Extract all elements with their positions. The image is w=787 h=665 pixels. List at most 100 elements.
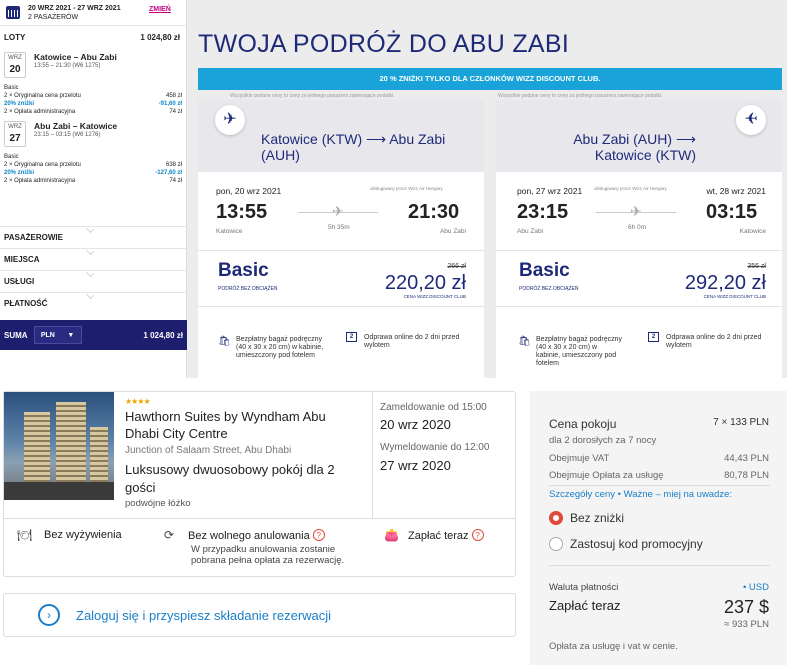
pay-now-value: 237 $ (723, 597, 769, 617)
promo-code-radio[interactable] (549, 537, 563, 551)
currency-label: Waluta płatności (549, 582, 619, 593)
bed-type: podwójne łóżko (125, 498, 191, 509)
operator-note: obsługiwany przez Wizz Air Hungary (370, 186, 443, 191)
inbound-costs: Basic 2 × Oryginalna cena przelotu 638 zł… (0, 147, 186, 185)
outbound-flight-card[interactable]: ✈ Katowice (KTW) ⟶ Abu Zabi (AUH) pon, 2… (198, 100, 484, 380)
meal-label: Bez wyżywienia (44, 529, 122, 541)
outbound-costs: Basic 2 × Oryginalna cena przelotu 458 zł… (0, 78, 186, 116)
club-price: 292,20 zł (684, 272, 766, 294)
divider (496, 250, 782, 251)
street (4, 482, 114, 500)
currency-value[interactable]: • USD (743, 582, 769, 593)
airplane-icon: ✈ (736, 105, 766, 135)
fare-subtitle: PODRÓŻ BEZ OBCIĄŻEŃ (519, 286, 579, 292)
caret-down-icon: ▼ (67, 331, 75, 339)
flight-duration: 5h 35m (328, 224, 350, 231)
nav-label: PASAŻEROWIE (4, 233, 63, 242)
chevron-down-icon (86, 269, 94, 277)
meal-feature: Bez wyżywienia (44, 529, 122, 541)
airplane-icon: ✈ (630, 203, 642, 219)
arrival-time: 03:15 (706, 201, 758, 223)
hotel-card: ★★★★ Hawthorn Suites by Wyndham Abu Dhab… (3, 391, 516, 577)
price-note: Wszystkie podane ceny to ceny za jednego… (498, 93, 663, 99)
nav-services[interactable]: USŁUGI (0, 269, 187, 292)
outbound-day: 20 (9, 64, 21, 75)
outbound-date-box: WRZ 20 (4, 52, 26, 78)
outbound-cost-value: 458 zł (165, 93, 182, 99)
vat-label: Obejmuje VAT (549, 453, 610, 464)
outbound-flight: WRZ 20 Katowice – Abu Zabi 13:55 – 21:30… (0, 42, 186, 78)
nav-payment[interactable]: PŁATNOŚĆ (0, 291, 187, 314)
inbound-fare: Basic (4, 154, 19, 160)
total-value: 1 024,80 zł (143, 330, 183, 340)
help-icon[interactable]: ? (471, 529, 484, 541)
nav-passengers[interactable]: PASAŻEROWIE (0, 225, 187, 248)
checkout-label: Wymeldowanie do 12:00 (380, 442, 490, 453)
currency-value: PLN (40, 331, 55, 339)
nav-label: MIEJSCA (4, 255, 40, 264)
cancel-feature: Bez wolnego anulowania ? (188, 529, 325, 542)
card-header: ✈ Katowice (KTW) ⟶ Abu Zabi (AUH) (198, 100, 484, 172)
flights-total: 1 024,80 zł (140, 33, 180, 42)
inbound-fee-label: 2 × Opłata administracyjna (4, 178, 76, 184)
operator-note: obsługiwany przez Wizz Air Hungary (594, 186, 667, 191)
cabin-bag-icon: 🛍 (518, 336, 531, 347)
building (24, 412, 50, 482)
divider (496, 306, 782, 307)
wallet-icon: 👛 (384, 528, 399, 542)
old-price: 356 zł (747, 263, 766, 270)
checkin-info: Odprawa online do 2 dni przed wylotem (666, 334, 762, 349)
divider (4, 518, 515, 519)
hotel-name[interactable]: Hawthorn Suites by Wyndham Abu Dhabi Cit… (125, 408, 350, 442)
chevron-down-icon (86, 225, 94, 233)
club-price-label: CENA WIZZ DISCOUNT CLUB (403, 294, 466, 299)
price-details-link[interactable]: Szczegóły ceny (549, 489, 615, 500)
inbound-discount-value: -127,60 zł (155, 170, 182, 176)
date-range: 20 WRZ 2021 - 27 WRZ 2021 (28, 4, 121, 12)
help-icon[interactable]: ? (312, 529, 325, 541)
room-price-value: 7 × 133 PLN (713, 417, 769, 428)
hotel-address: Junction of Salaam Street, Abu Dhabi (125, 445, 292, 456)
card-route: Katowice (KTW) ⟶ Abu Zabi (AUH) (261, 131, 446, 163)
fee-value: 80,78 PLN (724, 470, 769, 481)
no-discount-label[interactable]: Bez zniżki (570, 511, 624, 525)
departure-city: Abu Zabi (517, 228, 544, 235)
outbound-fare: Basic (4, 85, 19, 91)
hotel-booking-panel: ★★★★ Hawthorn Suites by Wyndham Abu Dhab… (0, 378, 787, 665)
important-info-link[interactable]: Ważne – miej na uwadze: (624, 489, 732, 500)
inbound-flight: WRZ 27 Abu Zabi – Katowice 23:15 – 03:15… (0, 116, 186, 147)
promo-code-label[interactable]: Zastosuj kod promocyjny (570, 537, 703, 551)
outbound-discount-value: -91,60 zł (158, 101, 182, 107)
hotel-photo[interactable] (4, 392, 114, 500)
building (56, 402, 86, 482)
cancel-label: Bez wolnego anulowania (188, 530, 310, 542)
departure-date: pon, 27 wrz 2021 (517, 186, 583, 196)
fare-name: Basic (218, 260, 269, 281)
fare-name: Basic (519, 260, 570, 281)
return-flight-card[interactable]: ✈ Abu Zabi (AUH) ⟶ Katowice (KTW) pon, 2… (496, 100, 782, 380)
no-discount-radio[interactable] (549, 511, 563, 525)
club-price: 220,20 zł (384, 272, 466, 294)
outbound-fee-label: 2 × Opłata administracyjna (4, 109, 76, 115)
inbound-day: 27 (9, 133, 21, 144)
currency-select[interactable]: PLN ▼ (33, 326, 82, 344)
inbound-cost-label: 2 × Oryginalna cena przelotu (4, 162, 81, 168)
nav-seats[interactable]: MIEJSCA (0, 247, 187, 270)
star-rating: ★★★★ (125, 397, 151, 406)
departure-time: 23:15 (517, 201, 569, 223)
flight-duration: 6h 0m (628, 224, 647, 231)
login-link[interactable]: Zaloguj się i przyspiesz składanie rezer… (76, 608, 331, 623)
inbound-date-box: WRZ 27 (4, 121, 26, 147)
inbound-time: 23:15 – 03:15 (W6 1276) (34, 132, 101, 138)
vat-value: 44,43 PLN (724, 453, 769, 464)
chevron-down-icon (86, 247, 94, 255)
login-banner[interactable]: › Zaloguj się i przyspiesz składanie rez… (3, 593, 516, 637)
outbound-route: Katowice – Abu Zabi (34, 52, 117, 62)
chevron-right-icon: › (38, 604, 60, 626)
promo-banner[interactable]: 20 % ZNIŻKI TYLKO DLA CZŁONKÓW WIZZ DISC… (198, 68, 782, 90)
links-row: Szczegóły ceny • Ważne – miej na uwadze: (549, 489, 732, 500)
total-bar: SUMA PLN ▼ 1 024,80 zł (0, 320, 187, 350)
change-link[interactable]: ZMIEŃ (149, 6, 171, 13)
inbound-month: WRZ (8, 124, 22, 130)
cancel-note: W przypadku anulowania zostanie pobrana … (191, 544, 345, 566)
